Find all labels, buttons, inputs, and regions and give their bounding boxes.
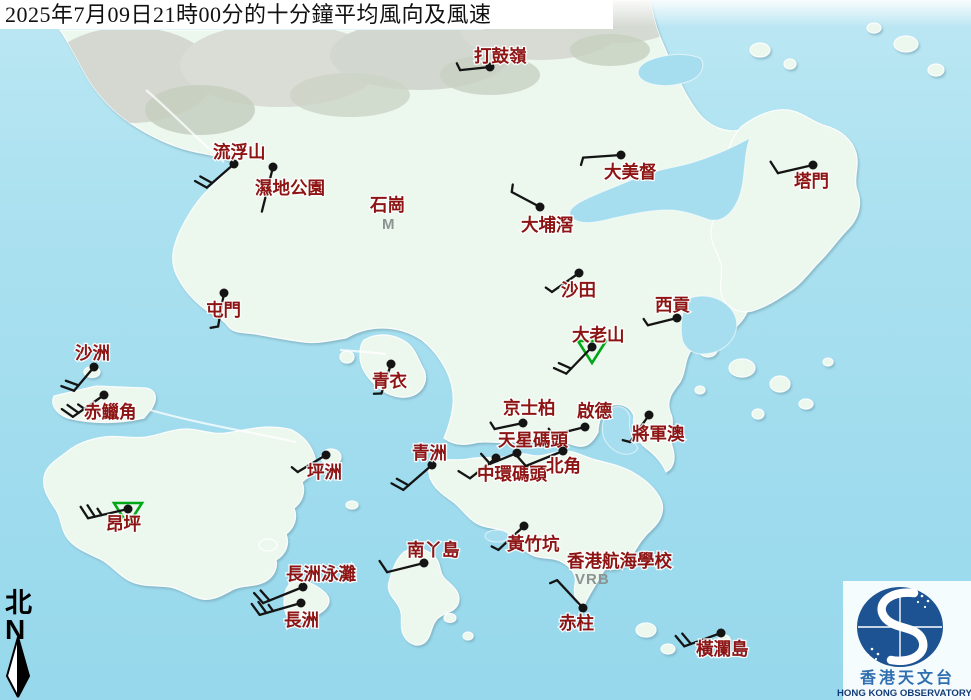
station-label-tap-mun: 塔門 (794, 171, 829, 191)
station-dot (575, 269, 584, 278)
compass-n-label: N (5, 614, 25, 645)
station-label-wetland-park: 濕地公園 (255, 178, 325, 198)
station-label-tseung-kwan-o: 將軍澳 (632, 424, 685, 444)
station-label-cheung-chau: 長洲 (284, 610, 319, 630)
station-dot (269, 163, 278, 172)
station-label-lamma-island: 南丫島 (407, 540, 460, 560)
map-title: 2025年7月09日21時00分的十分鐘平均風向及風速 (5, 2, 492, 27)
station-label-lau-fau-shan: 流浮山 (213, 142, 266, 162)
station-label-north-point: 北角 (546, 456, 581, 476)
station-dot (100, 391, 109, 400)
station-label-star-ferry: 天星碼頭 (498, 430, 568, 450)
station-dot (559, 447, 568, 456)
hko-name-chinese: 香港天文台 (859, 668, 955, 687)
station-label-tuen-mun: 屯門 (206, 300, 241, 320)
station-label-sai-kung: 西貢 (655, 295, 690, 315)
station-label-cheung-chau-beach: 長洲泳灘 (286, 564, 356, 584)
station-dot (536, 203, 545, 212)
station-dot (322, 451, 331, 460)
station-dot (581, 423, 590, 432)
station-label-sha-chau: 沙洲 (75, 343, 110, 363)
station-label-waglan-island: 橫瀾島 (696, 639, 749, 659)
station-label-central-pier: 中環碼頭 (477, 464, 547, 484)
station-label-sha-tin: 沙田 (561, 280, 596, 300)
wind-map: 打鼓嶺流浮山濕地公園石崗M 大美督大埔滘 塔門屯門沙洲赤鱲角 沙田西貢大老山青衣青洲 京… (0, 0, 971, 700)
bay-aberdeen (485, 530, 509, 542)
map-canvas: 打鼓嶺流浮山濕地公園石崗M 大美督大埔滘 塔門屯門沙洲赤鱲角 沙田西貢大老山青衣青洲 京… (0, 0, 971, 700)
station-dot (579, 604, 588, 613)
station-label-sea-school: 香港航海學校 (567, 551, 672, 571)
station-label-stanley: 赤柱 (559, 613, 594, 633)
station-dot (645, 411, 654, 420)
station-label-ta-kwu-ling: 打鼓嶺 (474, 46, 527, 66)
station-label-tsing-yi: 青衣 (372, 371, 407, 391)
station-label-green-island: 青洲 (412, 443, 447, 463)
station-dot (297, 599, 306, 608)
station-dot (519, 419, 528, 428)
title-bar: 2025年7月09日21時00分的十分鐘平均風向及風速 (0, 0, 613, 29)
hko-logo: 香港天文台 HONG KONG OBSERVATORY (837, 581, 971, 700)
station-dot (90, 363, 99, 372)
station-label-tates-cairn: 大老山 (572, 325, 625, 345)
station-dot (717, 629, 726, 638)
station-label-shek-kong: 石崗 (369, 195, 405, 215)
station-label-tai-mei-tuk: 大美督 (604, 162, 657, 182)
station-label-chek-lap-kok: 赤鱲角 (84, 402, 137, 422)
station-dot (520, 522, 529, 531)
station-dot (809, 161, 818, 170)
station-label-kai-tak: 啟德 (577, 401, 612, 421)
station-dot (617, 151, 626, 160)
station-label-ngong-ping: 昂坪 (106, 514, 141, 534)
station-note-sea-school: VRB (575, 571, 610, 588)
station-dot (387, 360, 396, 369)
station-dot (220, 289, 229, 298)
station-dot (124, 505, 133, 514)
station-label-wong-chuk-hang: 黃竹坑 (506, 534, 560, 554)
station-label-tai-po-kau: 大埔滘 (521, 215, 574, 235)
station-label-peng-chau: 坪洲 (307, 462, 342, 482)
station-dot (492, 454, 501, 463)
station-note-shek-kong: M (382, 216, 396, 233)
station-label-kings-park: 京士柏 (503, 398, 556, 418)
hko-name-english: HONG KONG OBSERVATORY (837, 688, 971, 699)
